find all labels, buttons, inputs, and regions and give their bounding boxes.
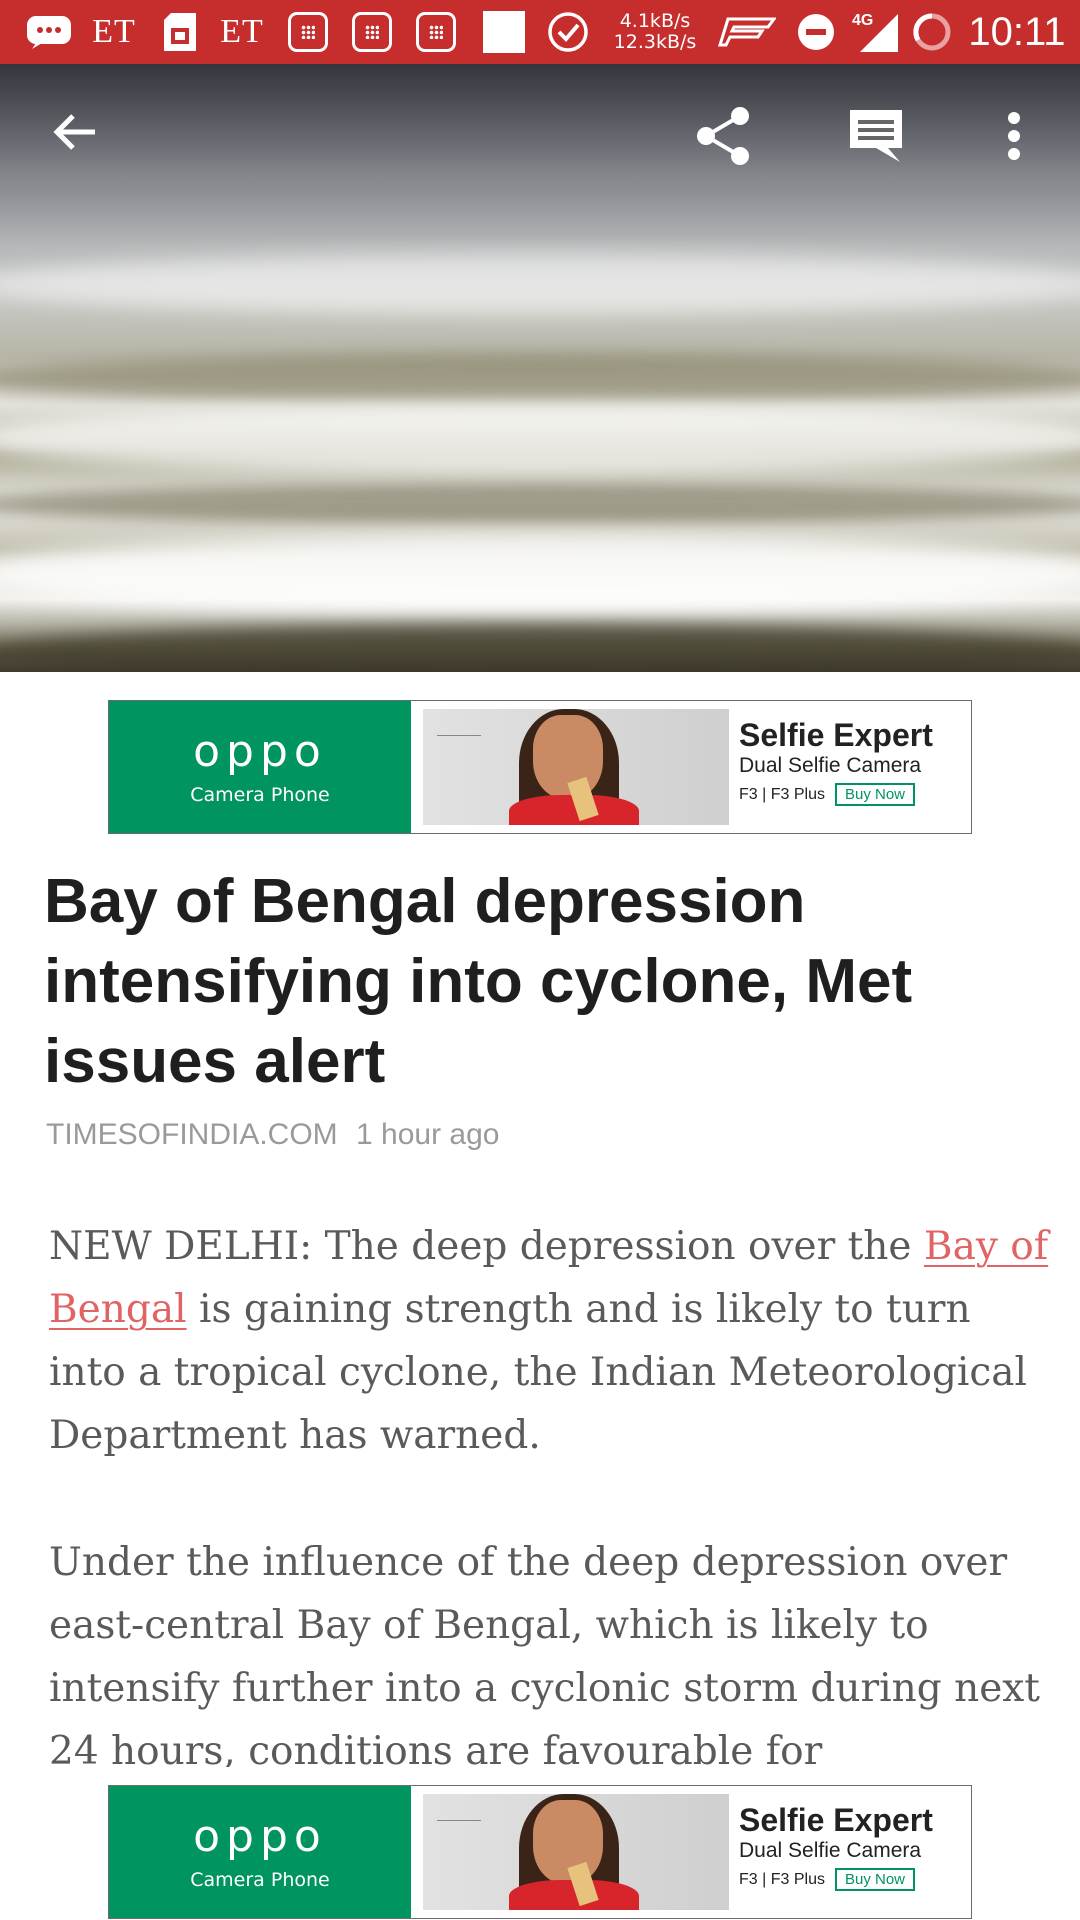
comments-button[interactable]	[828, 90, 924, 186]
ad-brand-subtitle: Camera Phone	[190, 1869, 330, 1891]
sd-card-icon	[160, 0, 200, 64]
ad-signature	[437, 1804, 481, 1821]
wave-foam	[0, 354, 1080, 404]
article-paragraph-1: NEW DELHI: The deep depression over the …	[49, 1215, 1049, 1467]
ad-brand-logo: oppo	[193, 1811, 327, 1862]
checkmark-circle-icon	[546, 0, 590, 64]
ad-headline: Selfie Expert	[739, 717, 933, 753]
back-arrow-icon	[51, 108, 99, 161]
vpn-logo-icon	[716, 0, 778, 64]
network-type: 4G	[852, 12, 874, 29]
ad-model-photo	[423, 709, 729, 825]
ad-copy: Selfie Expert Dual Selfie Camera F3 | F3…	[739, 717, 965, 806]
wave-foam	[0, 484, 1080, 524]
network-speed: 4.1kB/s 12.3kB/s	[610, 0, 700, 64]
wave-foam	[0, 404, 1080, 474]
ad-banner-top[interactable]: oppo Camera Phone Selfie Expert Dual Sel…	[108, 700, 972, 834]
et-app-label-2: ET	[220, 13, 264, 50]
paragraph-text: NEW DELHI: The deep depression over the	[49, 1224, 912, 1269]
battery-icon	[912, 0, 952, 64]
ad-copy: Selfie Expert Dual Selfie Camera F3 | F3…	[739, 1802, 965, 1891]
article-timestamp: 1 hour ago	[356, 1118, 500, 1151]
ad-brand-logo: oppo	[193, 726, 327, 777]
article-headline: Bay of Bengal depression intensifying in…	[44, 867, 913, 1096]
do-not-disturb-icon	[796, 0, 836, 64]
ad-models: F3 | F3 Plus	[739, 785, 825, 803]
article-meta: TIMESOFINDIA.COM 1 hour ago	[46, 1118, 499, 1152]
share-button[interactable]	[676, 90, 772, 186]
back-button[interactable]	[27, 86, 123, 182]
ad-brand-panel: oppo Camera Phone	[109, 701, 411, 833]
et-app-label: ET	[92, 13, 136, 50]
signal-icon: 4G	[850, 0, 900, 64]
article-paragraph-2: Under the influence of the deep depressi…	[49, 1540, 1040, 1767]
paragraph-text: is gaining strength and is likely to tur…	[49, 1287, 1027, 1458]
wave-foam	[0, 624, 1080, 672]
upload-speed: 4.1kB/s	[619, 10, 691, 32]
article-hero-image	[0, 64, 1080, 672]
ad-banner-bottom[interactable]: oppo Camera Phone Selfie Expert Dual Sel…	[108, 1785, 972, 1919]
blank-square-icon	[482, 0, 526, 64]
more-options-button[interactable]	[966, 90, 1062, 186]
ad-buy-now-button[interactable]: Buy Now	[834, 1868, 915, 1891]
wave-foam	[0, 254, 1080, 314]
calculator-icon	[416, 0, 456, 64]
share-icon	[694, 106, 754, 171]
ad-brand-subtitle: Camera Phone	[190, 784, 330, 806]
ad-headline: Selfie Expert	[739, 1802, 933, 1838]
comment-icon	[848, 108, 904, 169]
calculator-icon	[288, 0, 328, 64]
calculator-icon	[352, 0, 392, 64]
ad-brand-panel: oppo Camera Phone	[109, 1786, 411, 1918]
ad-tagline: Dual Selfie Camera	[739, 1839, 922, 1862]
article-source: TIMESOFINDIA.COM	[46, 1118, 338, 1151]
message-icon	[26, 0, 72, 64]
ad-model-photo	[423, 1794, 729, 1910]
more-vert-icon	[1007, 111, 1021, 166]
clock: 10:11	[968, 9, 1066, 54]
ad-buy-now-button[interactable]: Buy Now	[834, 783, 915, 806]
download-speed: 12.3kB/s	[613, 31, 697, 53]
ad-tagline: Dual Selfie Camera	[739, 754, 922, 777]
status-bar: ET ET 4.1kB/s 12.3kB/s 4G 10:11	[0, 0, 1080, 64]
ad-signature	[437, 719, 481, 736]
ad-models: F3 | F3 Plus	[739, 1870, 825, 1888]
wave-foam	[0, 534, 1080, 614]
